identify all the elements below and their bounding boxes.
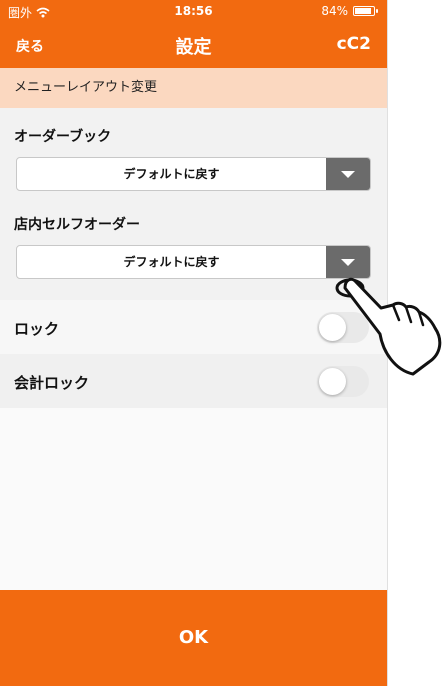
ok-button[interactable]: OK [0, 590, 387, 686]
lock-label: ロック [14, 320, 60, 338]
battery-percent: 84% [321, 4, 348, 18]
app-screen: 圏外 18:56 84% 戻る 設定 cC2 メニューレイアウト変更 オーダーブ… [0, 0, 388, 686]
chevron-down-icon [341, 259, 355, 266]
accounting-lock-label: 会計ロック [14, 374, 90, 392]
order-book-select[interactable]: デフォルトに戻す [16, 157, 371, 191]
self-order-dropdown-button[interactable] [326, 246, 370, 278]
lock-row: ロック [0, 300, 387, 354]
navigation-bar: 戻る 設定 cC2 [0, 22, 387, 68]
order-book-select-value: デフォルトに戻す [123, 167, 220, 181]
page-title: 設定 [175, 37, 212, 58]
status-bar: 圏外 18:56 84% [0, 0, 387, 22]
self-order-select-value: デフォルトに戻す [123, 255, 220, 269]
accounting-lock-toggle[interactable] [317, 366, 369, 397]
lock-toggle[interactable] [317, 312, 369, 343]
status-right: 84% [321, 4, 378, 18]
toggle-knob [319, 368, 346, 395]
section-header: メニューレイアウト変更 [0, 68, 387, 108]
order-book-dropdown-button[interactable] [326, 158, 370, 190]
battery-icon [353, 6, 378, 16]
self-order-select[interactable]: デフォルトに戻す [16, 245, 371, 279]
terminal-code: cC2 [336, 34, 371, 54]
order-book-label: オーダーブック [14, 129, 112, 145]
empty-area [0, 408, 387, 590]
toggle-knob [319, 314, 346, 341]
chevron-down-icon [341, 171, 355, 178]
accounting-lock-row: 会計ロック [0, 354, 387, 408]
self-order-label: 店内セルフオーダー [14, 217, 140, 233]
